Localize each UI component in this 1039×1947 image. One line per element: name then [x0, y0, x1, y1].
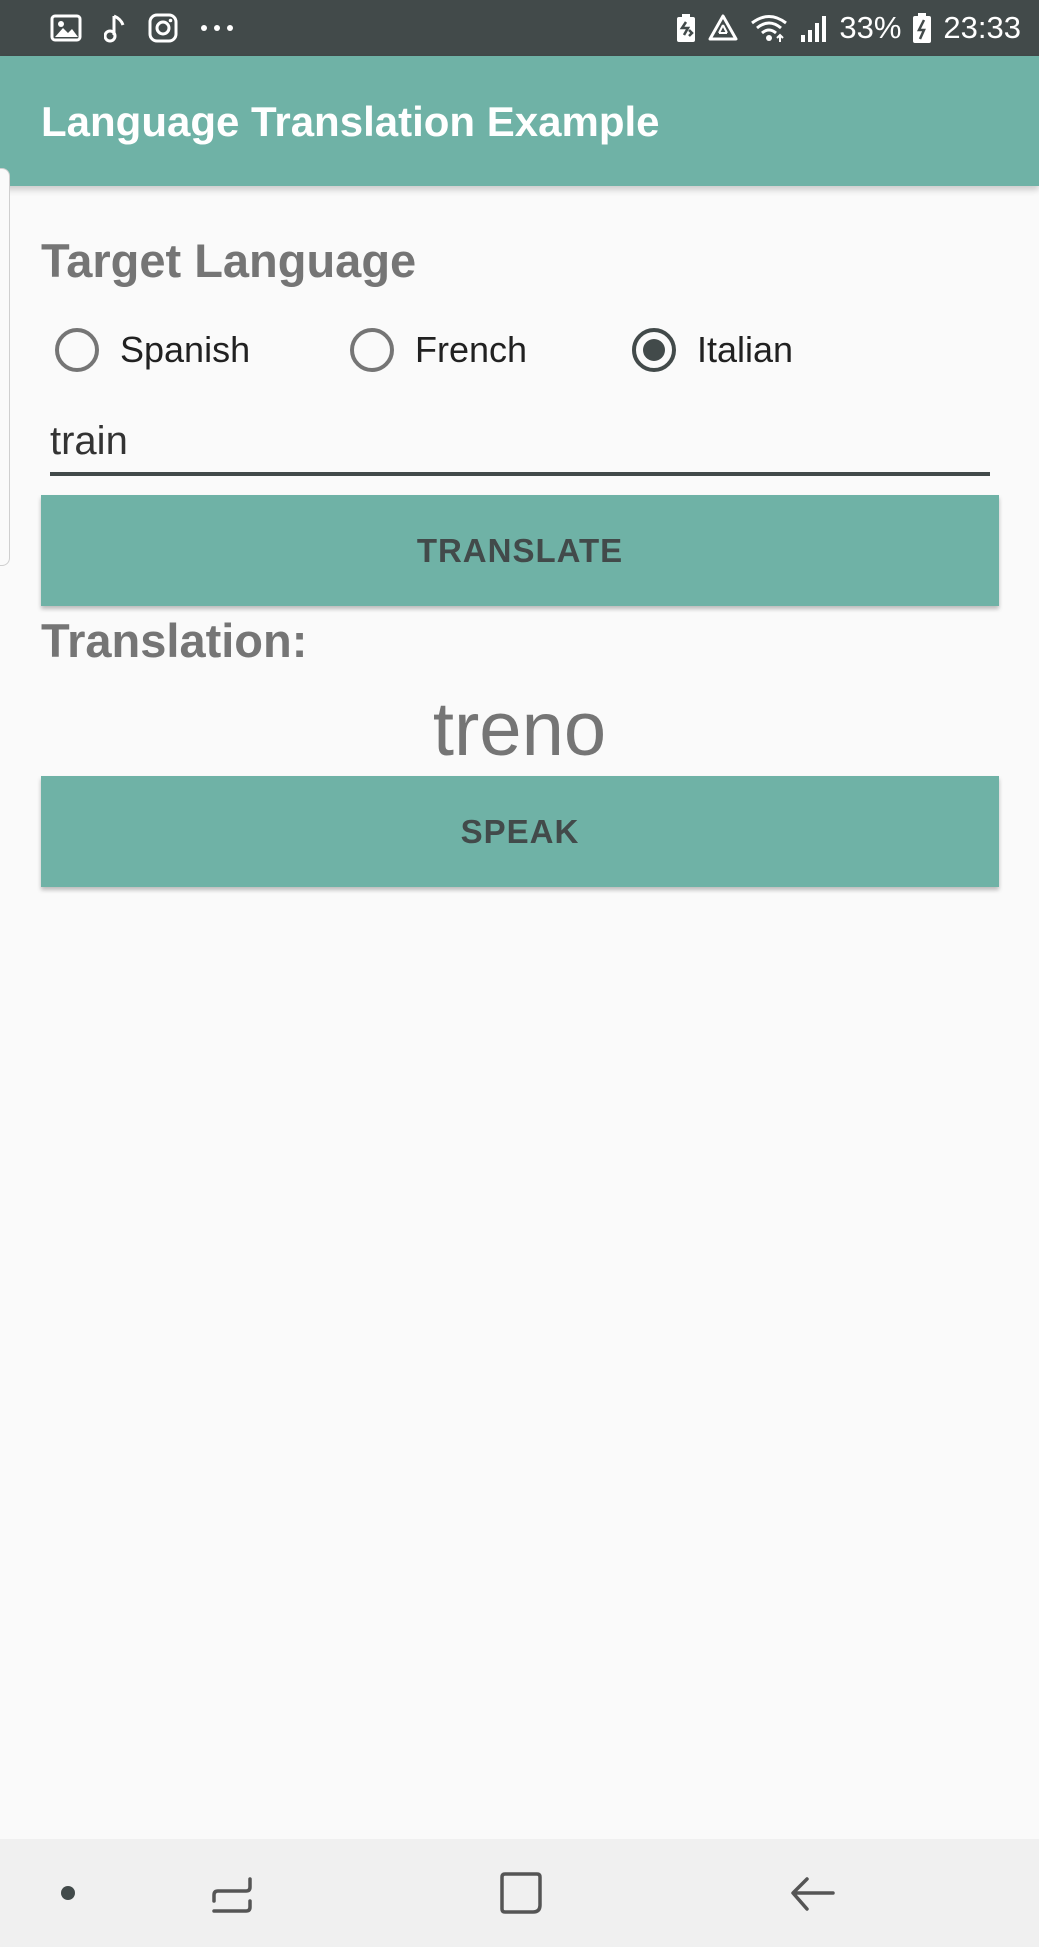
radio-french[interactable]: French [350, 322, 527, 378]
radio-spanish[interactable]: Spanish [55, 322, 250, 378]
radio-button-unchecked-icon[interactable] [55, 328, 99, 372]
notification-icons [50, 8, 234, 48]
battery-percent: 33% [839, 10, 902, 45]
status-bar: 33% 23:33 [0, 0, 1039, 56]
radio-italian[interactable]: Italian [632, 322, 793, 378]
translation-result: treno [432, 687, 607, 772]
wifi-icon [749, 13, 789, 43]
translation-heading: Translation: [41, 614, 308, 667]
signal-icon [799, 13, 829, 43]
radio-button-checked-icon[interactable] [632, 328, 676, 372]
app-bar: Language Translation Example [0, 56, 1039, 186]
gallery-icon [50, 14, 82, 42]
edge-panel-handle[interactable] [0, 168, 10, 566]
navigation-bar [0, 1839, 1039, 1947]
translate-button[interactable]: TRANSLATE [41, 495, 999, 606]
system-status: 33% 23:33 [675, 8, 1021, 48]
battery-saver-icon [675, 13, 697, 43]
back-icon[interactable] [780, 1839, 844, 1947]
radio-label-french: French [415, 329, 528, 370]
dot-icon[interactable] [40, 1839, 96, 1947]
target-language-heading: Target Language [41, 234, 417, 287]
radio-button-unchecked-icon[interactable] [350, 328, 394, 372]
more-dots-icon [200, 23, 234, 33]
recycle-icon [707, 13, 739, 43]
instagram-icon [148, 13, 178, 43]
word-input[interactable] [50, 410, 990, 476]
radio-label-spanish: Spanish [120, 329, 251, 370]
home-icon[interactable] [490, 1839, 552, 1947]
recents-icon[interactable] [200, 1839, 264, 1947]
music-note-icon [104, 13, 126, 43]
clock: 23:33 [943, 10, 1021, 45]
app-title: Language Translation Example [41, 98, 660, 145]
battery-icon [911, 12, 933, 44]
radio-dot [643, 339, 665, 361]
radio-label-italian: Italian [697, 329, 794, 370]
speak-button[interactable]: SPEAK [41, 776, 999, 887]
